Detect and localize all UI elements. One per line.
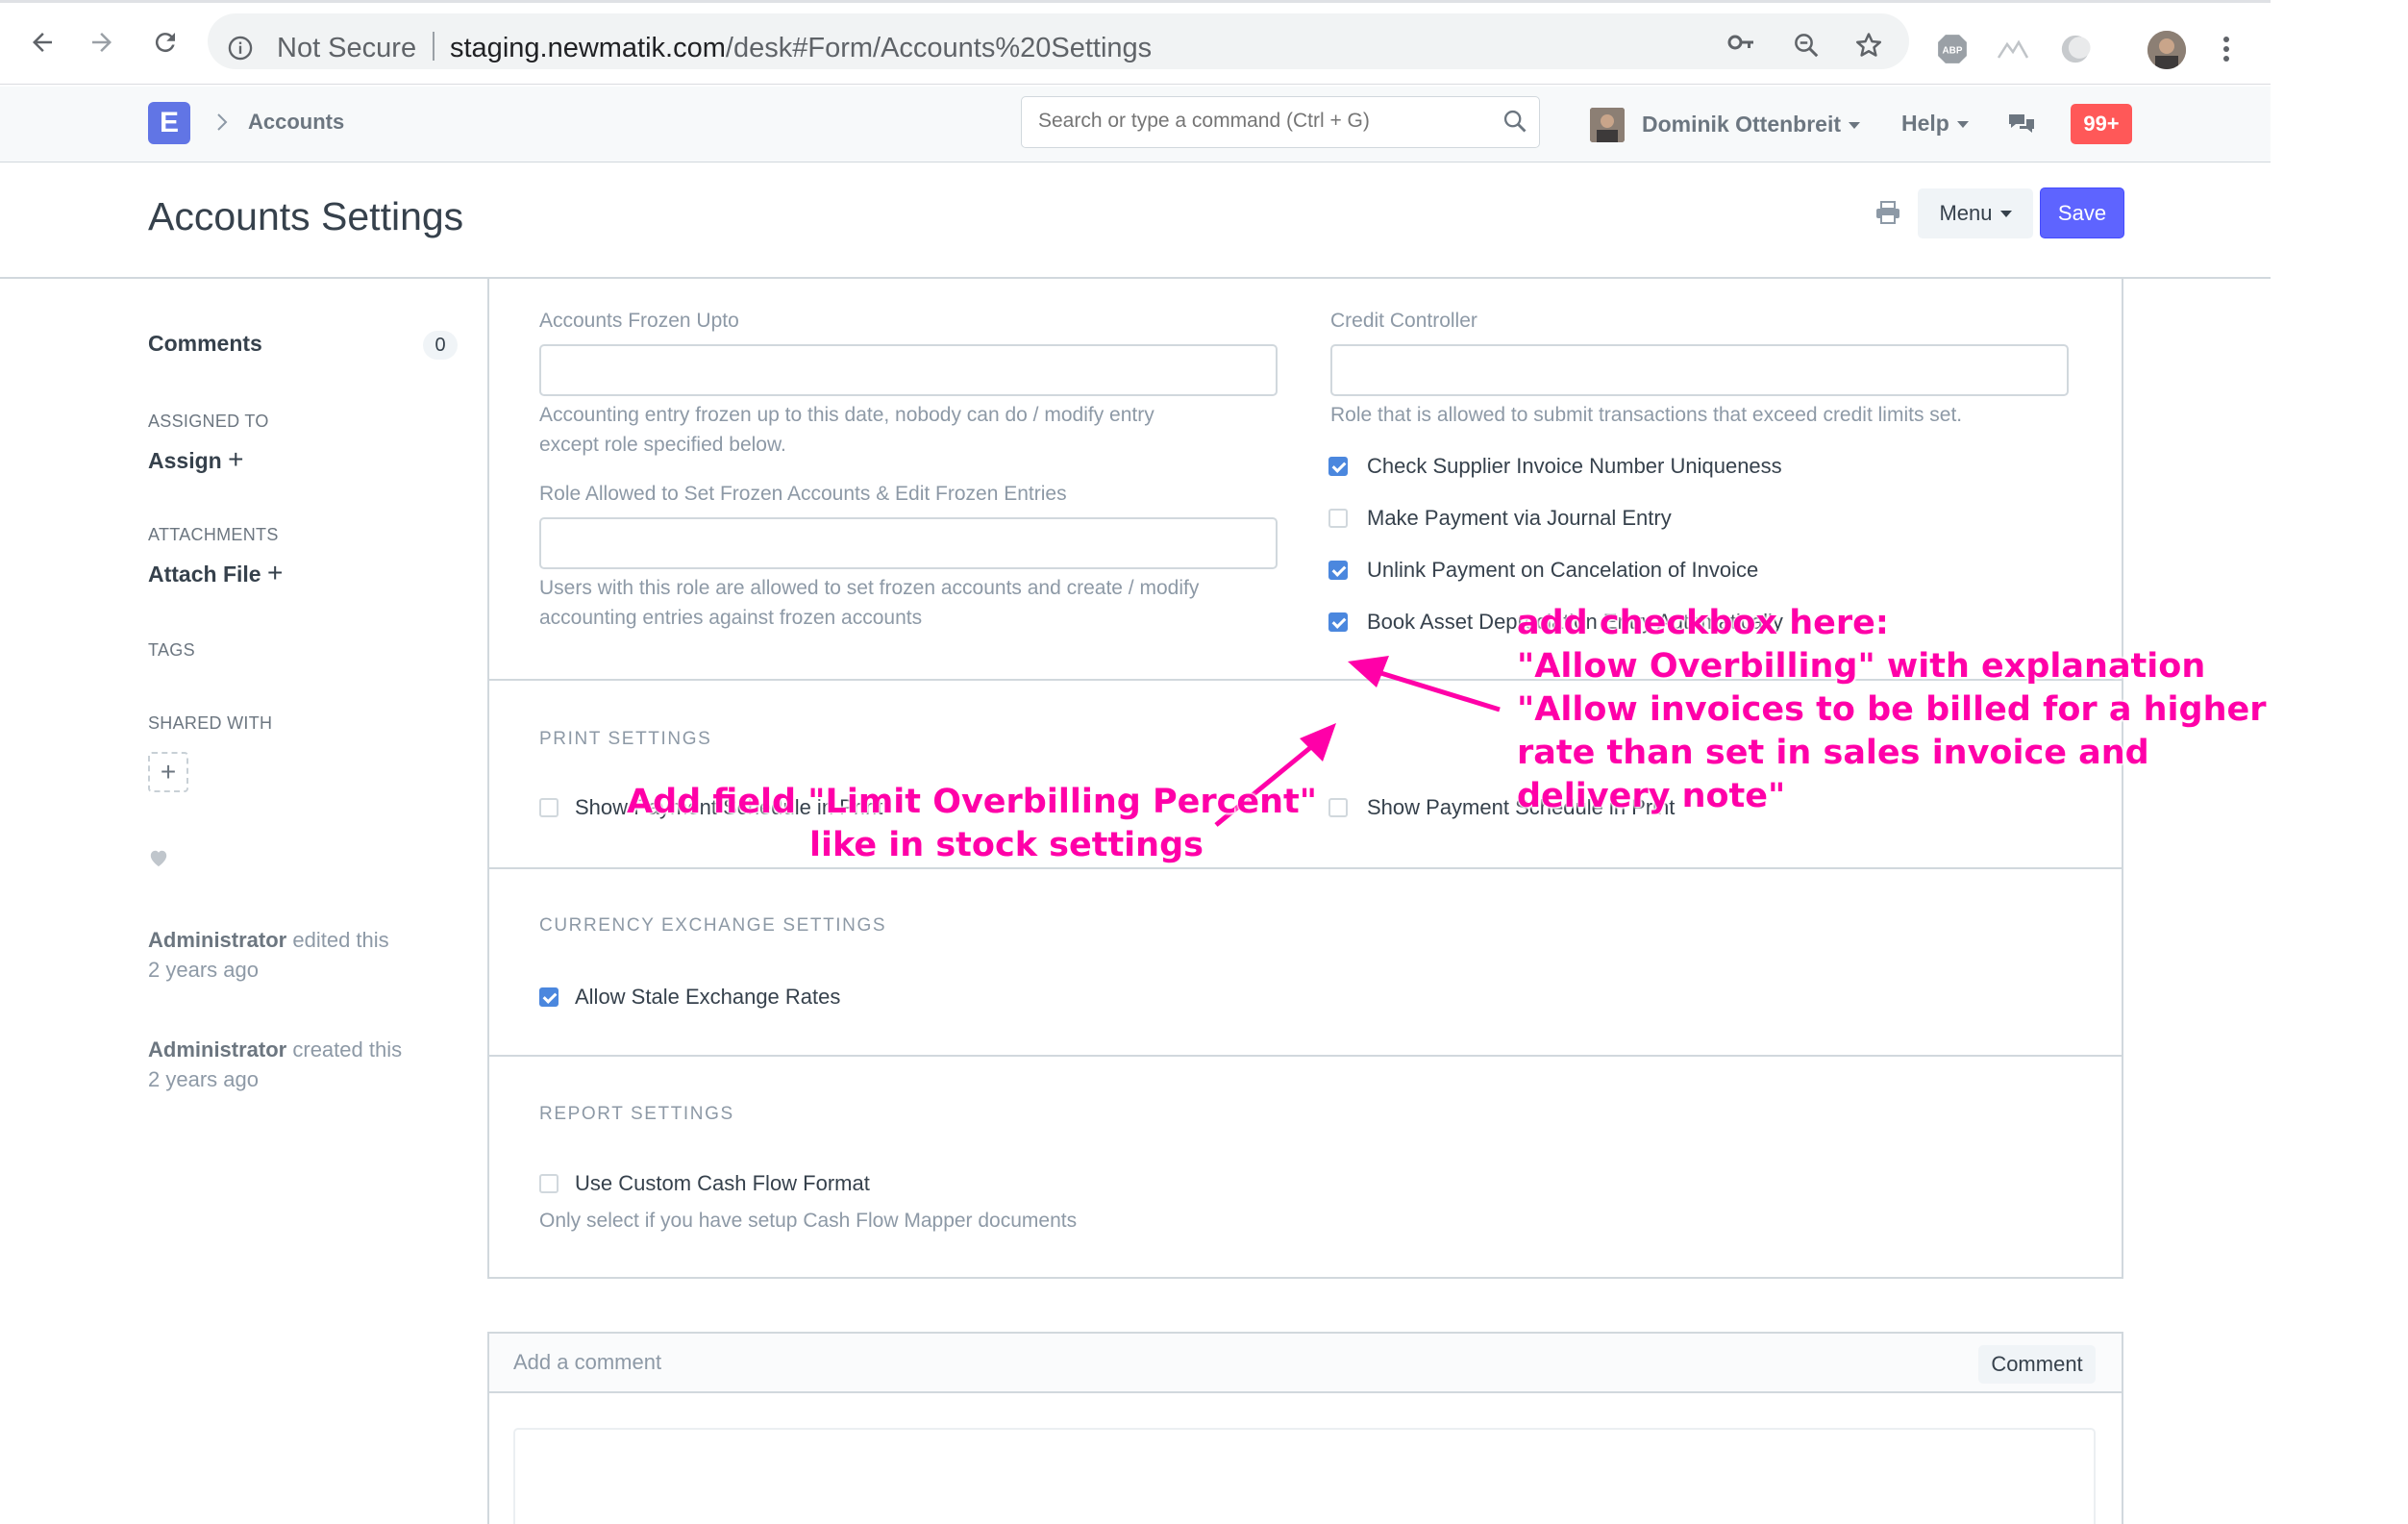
annotation-limit-overbilling: Add field "Limit Overbilling Percent" li… xyxy=(627,781,1317,867)
annotation-line: Add field "Limit Overbilling Percent" xyxy=(627,783,1317,821)
arrow-to-checkbox-list xyxy=(1348,656,1501,712)
annotation-line: "Allow Overbilling" with explanation xyxy=(1517,647,2206,686)
annotation-add-checkbox: add checkbox here: "Allow Overbilling" w… xyxy=(1517,602,2267,818)
annotation-line: like in stock settings xyxy=(808,826,1204,864)
annotation-line: "Allow invoices to be billed for a highe… xyxy=(1517,690,2267,729)
annotation-line: add checkbox here: xyxy=(1517,604,1889,642)
annotation-line: delivery note" xyxy=(1517,777,1786,815)
annotation-line: rate than set in sales invoice and xyxy=(1517,734,2149,772)
